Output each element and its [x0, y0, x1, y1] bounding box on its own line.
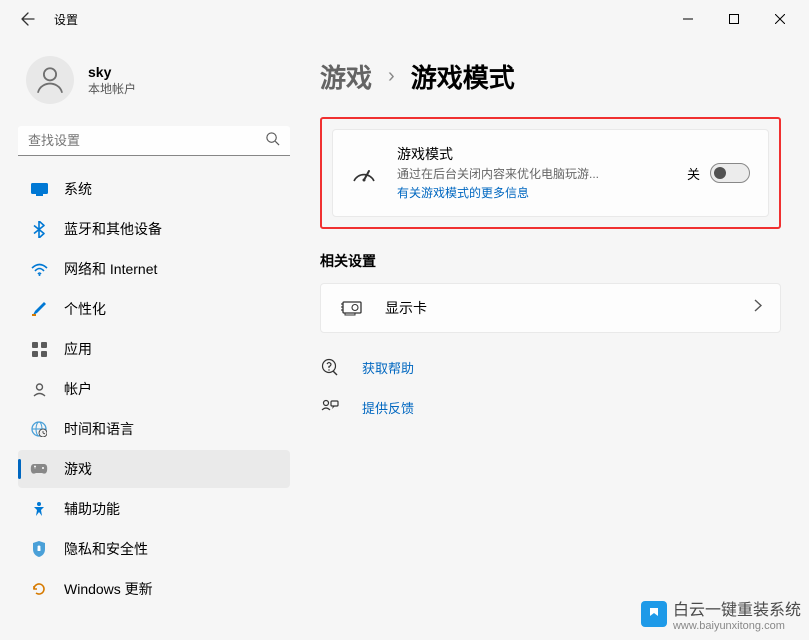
account-icon [30, 380, 48, 398]
search-input[interactable] [18, 126, 290, 156]
help-icon [320, 357, 340, 377]
breadcrumb-parent[interactable]: 游戏 [320, 58, 372, 95]
nav-bluetooth[interactable]: 蓝牙和其他设备 [18, 210, 290, 248]
account-type: 本地帐户 [88, 80, 136, 97]
card-title: 游戏模式 [397, 144, 667, 164]
nav-label: 帐户 [64, 379, 92, 399]
nav-apps[interactable]: 应用 [18, 330, 290, 368]
help-section: 获取帮助 提供反馈 [320, 355, 781, 419]
search-box [18, 126, 290, 156]
shield-icon [30, 540, 48, 558]
watermark-url: www.baiyunxitong.com [673, 620, 801, 632]
minimize-icon [683, 14, 693, 24]
watermark-logo [641, 601, 667, 627]
watermark-text: 白云一键重装系统 [673, 596, 801, 620]
card-description: 通过在后台关闭内容来优化电脑玩游... [397, 165, 667, 182]
nav-label: Windows 更新 [64, 579, 153, 599]
paintbrush-icon [30, 300, 48, 318]
titlebar: 设置 [0, 0, 809, 38]
highlight-annotation: 游戏模式 通过在后台关闭内容来优化电脑玩游... 有关游戏模式的更多信息 关 [320, 117, 781, 229]
display-icon [30, 180, 48, 198]
breadcrumb: 游戏 › 游戏模式 [320, 58, 781, 95]
link-text: 获取帮助 [362, 358, 414, 377]
nav-label: 蓝牙和其他设备 [64, 219, 162, 239]
nav-system[interactable]: 系统 [18, 170, 290, 208]
nav-accessibility[interactable]: 辅助功能 [18, 490, 290, 528]
wifi-icon [30, 260, 48, 278]
app-title: 设置 [54, 11, 78, 28]
related-heading: 相关设置 [320, 251, 781, 271]
nav-label: 辅助功能 [64, 499, 120, 519]
game-mode-toggle[interactable] [710, 163, 750, 183]
nav-network[interactable]: 网络和 Internet [18, 250, 290, 288]
nav-label: 时间和语言 [64, 419, 134, 439]
close-icon [775, 14, 785, 24]
toggle-state-label: 关 [687, 164, 700, 183]
card-title: 显示卡 [385, 298, 734, 318]
nav-label: 个性化 [64, 299, 106, 319]
speedometer-icon [351, 163, 377, 183]
link-text: 提供反馈 [362, 398, 414, 417]
feedback-link[interactable]: 提供反馈 [320, 395, 781, 419]
arrow-left-icon [20, 11, 36, 27]
maximize-icon [729, 14, 739, 24]
username: sky [88, 64, 136, 80]
search-icon [265, 131, 280, 151]
settings-window: 设置 sky 本地帐户 [0, 0, 809, 640]
chevron-right-icon [754, 299, 762, 317]
nav-privacy[interactable]: 隐私和安全性 [18, 530, 290, 568]
content-area: 游戏 › 游戏模式 游戏模式 通过在后台关闭内容来优化电脑玩游... 有关游戏模… [300, 38, 809, 640]
nav-list: 系统 蓝牙和其他设备 网络和 Internet 个性化 应用 [18, 170, 290, 608]
bluetooth-icon [30, 220, 48, 238]
nav-label: 系统 [64, 179, 92, 199]
close-button[interactable] [757, 3, 803, 35]
game-mode-card: 游戏模式 通过在后台关闭内容来优化电脑玩游... 有关游戏模式的更多信息 关 [332, 129, 769, 217]
breadcrumb-current: 游戏模式 [411, 58, 515, 95]
nav-label: 应用 [64, 339, 92, 359]
nav-gaming[interactable]: 游戏 [18, 450, 290, 488]
more-info-link[interactable]: 有关游戏模式的更多信息 [397, 184, 529, 201]
maximize-button[interactable] [711, 3, 757, 35]
nav-label: 网络和 Internet [64, 259, 157, 279]
gamepad-icon [30, 460, 48, 478]
feedback-icon [320, 397, 340, 417]
profile-section[interactable]: sky 本地帐户 [18, 46, 290, 120]
person-icon [33, 63, 67, 97]
update-icon [30, 580, 48, 598]
back-button[interactable] [16, 7, 40, 31]
nav-windows-update[interactable]: Windows 更新 [18, 570, 290, 608]
apps-icon [30, 340, 48, 358]
get-help-link[interactable]: 获取帮助 [320, 355, 781, 379]
globe-icon [30, 420, 48, 438]
toggle-knob [714, 167, 726, 179]
nav-accounts[interactable]: 帐户 [18, 370, 290, 408]
nav-label: 隐私和安全性 [64, 539, 148, 559]
display-card-link[interactable]: 显示卡 [320, 283, 781, 333]
watermark: 白云一键重装系统 www.baiyunxitong.com [641, 596, 801, 632]
gpu-icon [339, 300, 365, 316]
minimize-button[interactable] [665, 3, 711, 35]
nav-time-language[interactable]: 时间和语言 [18, 410, 290, 448]
nav-label: 游戏 [64, 459, 92, 479]
avatar [26, 56, 74, 104]
sidebar: sky 本地帐户 系统 蓝牙和其他设备 [0, 38, 300, 640]
accessibility-icon [30, 500, 48, 518]
nav-personalization[interactable]: 个性化 [18, 290, 290, 328]
chevron-right-icon: › [388, 65, 395, 88]
